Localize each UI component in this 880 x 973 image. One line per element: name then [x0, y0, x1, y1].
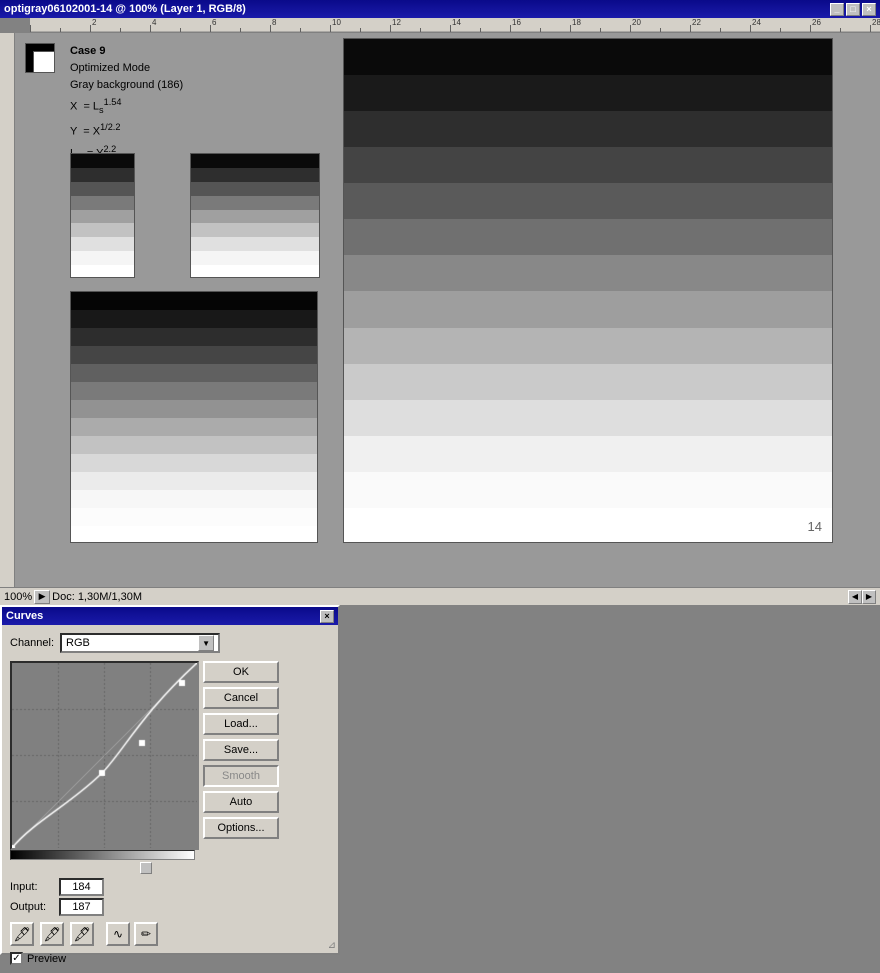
cancel-button[interactable]: Cancel: [203, 687, 279, 709]
scroll-arrows: ◀ ▶: [848, 590, 876, 604]
curves-close-button[interactable]: ×: [320, 610, 334, 623]
slider-track[interactable]: [10, 862, 195, 874]
page-number: 14: [808, 519, 822, 534]
output-row: Output: 187: [10, 898, 330, 916]
background-swatch: [33, 51, 55, 73]
save-button[interactable]: Save...: [203, 739, 279, 761]
small-gradient-1: [70, 153, 135, 278]
ruler-horizontal: // ticks drawn via inline approach 24681…: [30, 18, 880, 33]
ok-button[interactable]: OK: [203, 661, 279, 683]
curves-buttons-panel: OK Cancel Load... Save... Smooth Auto Op…: [203, 661, 283, 846]
channel-label: Channel:: [10, 637, 54, 649]
curve-tool-buttons: ∿ ✏: [106, 922, 158, 946]
curves-dialog-title: Curves: [6, 610, 43, 622]
maximize-button[interactable]: □: [846, 3, 860, 16]
scroll-right[interactable]: ▶: [862, 590, 876, 604]
preview-checkbox[interactable]: ✓: [10, 952, 23, 965]
small-gradient-2: [190, 153, 320, 278]
tools-row: 🖋 🖋 🖋 ∿ ✏: [10, 922, 330, 946]
formula-y: Y = X1/2.2: [70, 119, 183, 141]
smooth-button[interactable]: Smooth: [203, 765, 279, 787]
zoom-level: 100%: [4, 591, 32, 603]
input-gradient-bar-row: [10, 850, 195, 860]
close-button[interactable]: ×: [862, 3, 876, 16]
black-eyedropper-button[interactable]: 🖋: [10, 922, 34, 946]
pencil-tool[interactable]: ✏: [134, 922, 158, 946]
output-label: Output:: [10, 901, 55, 913]
doc-info: Doc: 1,30M/1,30M: [52, 591, 142, 603]
input-label: Input:: [10, 881, 55, 893]
slider-thumb[interactable]: [140, 862, 152, 874]
scroll-left[interactable]: ◀: [848, 590, 862, 604]
resize-handle[interactable]: ⊿: [328, 940, 336, 951]
doc-info-button[interactable]: ▶: [34, 590, 50, 604]
window-title: optigray06102001-14 @ 100% (Layer 1, RGB…: [4, 3, 246, 15]
background-line: Gray background (186): [70, 77, 183, 94]
gray-eyedropper-button[interactable]: 🖋: [40, 922, 64, 946]
options-button[interactable]: Options...: [203, 817, 279, 839]
smooth-curve-tool[interactable]: ∿: [106, 922, 130, 946]
auto-button[interactable]: Auto: [203, 791, 279, 813]
graph-buttons-row: OK Cancel Load... Save... Smooth Auto Op…: [10, 661, 330, 846]
curves-title-bar: Curves ×: [2, 607, 338, 625]
channel-dropdown-arrow[interactable]: ▼: [198, 635, 214, 651]
main-gradient-panel: 14: [343, 38, 833, 543]
preview-label: Preview: [27, 953, 66, 965]
channel-select[interactable]: RGB ▼: [60, 633, 220, 653]
curves-graph[interactable]: [10, 661, 195, 846]
input-row: Input: 184: [10, 878, 330, 896]
mode-line: Optimized Mode: [70, 60, 183, 77]
formula-x: X = Ls1.54: [70, 94, 183, 119]
ruler-vertical: [0, 33, 15, 588]
case-title: Case 9: [70, 43, 183, 60]
canvas-area: Case 9 Optimized Mode Gray background (1…: [15, 33, 880, 588]
input-value[interactable]: 184: [59, 878, 104, 896]
window-controls: _ □ ×: [830, 3, 876, 16]
input-gradient-bar: [10, 850, 195, 860]
preview-row: ✓ Preview: [10, 952, 330, 965]
curves-body: Channel: RGB ▼ OK Cancel Load... Save...…: [2, 625, 338, 973]
input-output-area: Input: 184 Output: 187: [10, 878, 330, 916]
white-eyedropper-button[interactable]: 🖋: [70, 922, 94, 946]
channel-row: Channel: RGB ▼: [10, 633, 330, 653]
channel-value: RGB: [66, 637, 90, 649]
title-bar: optigray06102001-14 @ 100% (Layer 1, RGB…: [0, 0, 880, 18]
minimize-button[interactable]: _: [830, 3, 844, 16]
load-button[interactable]: Load...: [203, 713, 279, 735]
bottom-gradient-panel: [70, 291, 318, 543]
output-value[interactable]: 187: [59, 898, 104, 916]
slider-row: [10, 862, 195, 874]
gradient-bars: [10, 850, 195, 874]
status-bar: 100% ▶ Doc: 1,30M/1,30M ◀ ▶: [0, 587, 880, 605]
curves-dialog: Curves × Channel: RGB ▼ OK Cancel Load..…: [0, 605, 340, 955]
